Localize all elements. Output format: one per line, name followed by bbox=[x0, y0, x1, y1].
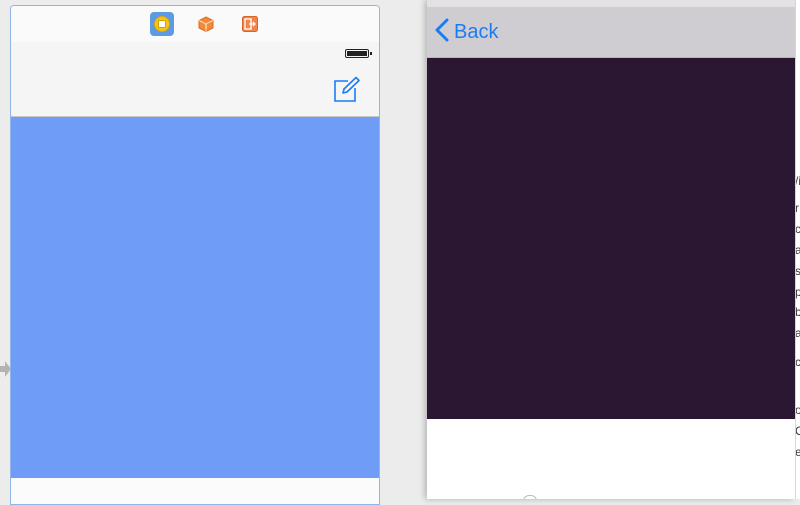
back-button[interactable]: Back bbox=[435, 18, 499, 47]
scene-dock: 1 bbox=[11, 6, 379, 43]
exit-icon[interactable] bbox=[238, 12, 262, 36]
control-mark bbox=[523, 495, 537, 499]
first-responder-icon[interactable]: 1 bbox=[194, 12, 218, 36]
side-text-fragment: C bbox=[796, 425, 800, 437]
simulator-title-bar bbox=[427, 0, 795, 7]
compose-icon[interactable] bbox=[332, 76, 360, 104]
side-text-fragment: r bbox=[795, 201, 799, 215]
side-text-fragment: p bbox=[796, 286, 800, 298]
editor-side-panel: /i r c a s p b a c o C e bbox=[795, 0, 800, 499]
view-controller-scene[interactable]: 1 bbox=[10, 5, 380, 505]
back-label: Back bbox=[454, 20, 499, 43]
interface-builder-canvas: 1 bbox=[0, 0, 420, 505]
side-text-fragment: a bbox=[796, 244, 800, 256]
view-controller-icon[interactable] bbox=[150, 12, 174, 36]
side-text-fragment: c bbox=[796, 223, 800, 235]
simulator-content-view[interactable] bbox=[427, 58, 795, 419]
side-text-fragment: s bbox=[796, 265, 800, 277]
navigation-bar bbox=[11, 42, 379, 117]
chevron-left-icon bbox=[435, 18, 449, 47]
bottom-area bbox=[11, 478, 379, 504]
battery-icon bbox=[345, 49, 372, 58]
side-text-fragment: a bbox=[796, 327, 800, 339]
simulator-navigation-bar: Back bbox=[427, 7, 795, 58]
side-text-fragment: c bbox=[796, 356, 800, 368]
content-view[interactable] bbox=[11, 117, 379, 478]
simulator-window: Back bbox=[427, 0, 795, 499]
side-text-fragment: b bbox=[796, 306, 800, 318]
side-text-fragment: e bbox=[796, 446, 800, 458]
simulator-bottom-area bbox=[427, 419, 795, 499]
side-text-fragment: o bbox=[796, 404, 800, 416]
svg-text:1: 1 bbox=[205, 24, 208, 30]
side-text-fragment: /i bbox=[795, 174, 800, 188]
